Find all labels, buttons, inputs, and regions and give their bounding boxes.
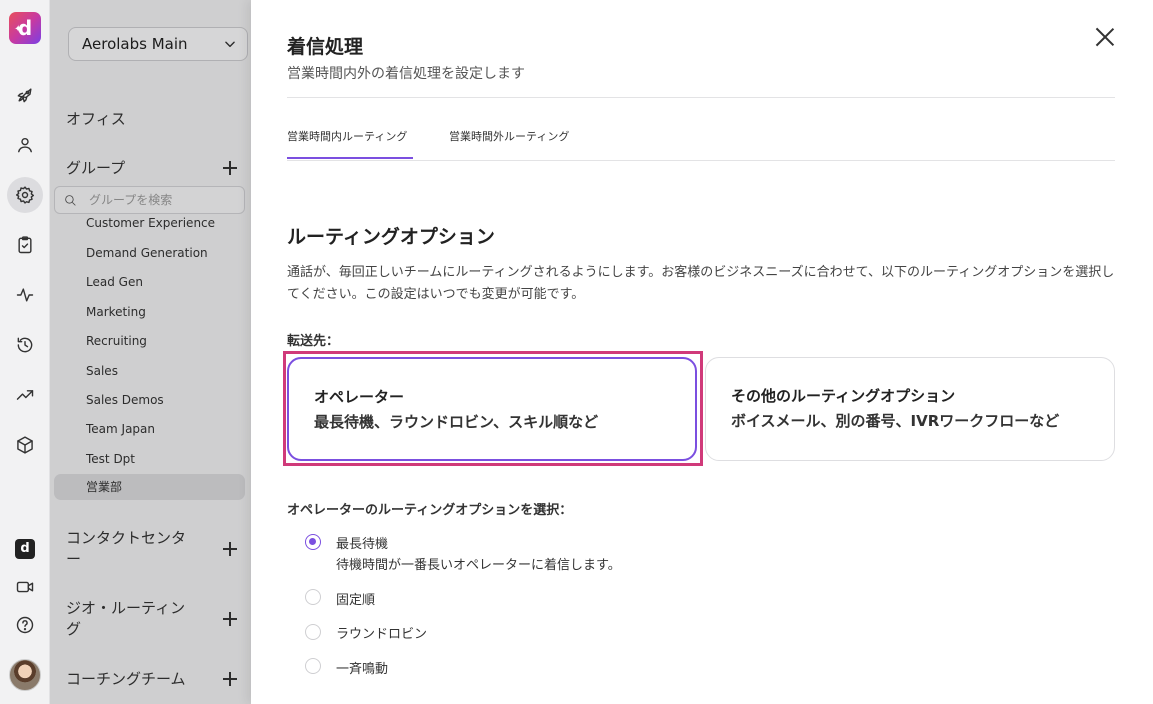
chevron-down-icon (225, 41, 235, 48)
avatar[interactable] (9, 659, 41, 691)
group-search-input[interactable] (89, 190, 239, 210)
option-longest-idle-desc: 待機時間が一番長いオペレーターに着信します。 (336, 558, 621, 573)
add-contact-center-icon[interactable] (222, 541, 238, 557)
app-logo-icon[interactable]: ✦ d (9, 12, 41, 44)
radio-round-robin[interactable] (305, 624, 321, 640)
office-link[interactable]: オフィス (66, 108, 126, 129)
contact-center-header: コンタクトセンター (66, 529, 187, 568)
option-longest-idle-label[interactable]: 最長待機 (336, 533, 388, 552)
close-icon[interactable] (1094, 26, 1116, 48)
groups-header: グループ (66, 159, 126, 177)
option-fixed-order-label[interactable]: 固定順 (336, 589, 375, 608)
radio-simultaneous[interactable] (305, 658, 321, 674)
video-icon[interactable] (7, 569, 43, 605)
drawer-title: 着信処理 (287, 36, 364, 58)
activity-icon[interactable] (7, 277, 43, 313)
other-routing-card[interactable]: その他のルーティングオプション ボイスメール、別の番号、IVRワークフローなど (705, 357, 1115, 461)
operator-options-label: オペレーターのルーティングオプションを選択： (287, 503, 573, 518)
geo-routing-header: ジオ・ルーティング (66, 599, 186, 638)
cube-icon[interactable] (7, 427, 43, 463)
history-icon[interactable] (7, 327, 43, 363)
group-list: Customer Experience Demand Generation Le… (54, 214, 245, 502)
group-item-sales-demos[interactable]: Sales Demos (54, 387, 245, 413)
group-item-team-japan[interactable]: Team Japan (54, 416, 245, 442)
person-icon[interactable] (7, 127, 43, 163)
operator-card-title: オペレーター (314, 388, 405, 406)
group-item-demand-generation[interactable]: Demand Generation (54, 240, 245, 266)
other-routing-card-title: その他のルーティングオプション (731, 387, 956, 405)
section-description: 通話が、毎回正しいチームにルーティングされるようにします。お客様のビジネスニーズ… (287, 265, 1115, 302)
settings-icon[interactable] (7, 177, 43, 213)
operator-card-desc: 最長待機、ラウンドロビン、スキル順など (314, 413, 599, 431)
org-select[interactable]: Aerolabs Main (68, 27, 248, 61)
tabs-divider (287, 160, 1115, 161)
add-coaching-team-icon[interactable] (222, 671, 238, 687)
icon-rail: ✦ d d (0, 0, 50, 704)
drawer-subtitle: 営業時間内外の着信処理を設定します (287, 66, 525, 82)
group-item-sales[interactable]: Sales (54, 358, 245, 384)
group-item-customer-experience[interactable]: Customer Experience (54, 214, 245, 236)
option-round-robin-label[interactable]: ラウンドロビン (336, 623, 427, 642)
call-handling-drawer: 着信処理 営業時間内外の着信処理を設定します 営業時間内ルーティング 営業時間外… (251, 0, 1153, 704)
other-routing-card-desc: ボイスメール、別の番号、IVRワークフローなど (731, 412, 1060, 430)
rocket-icon[interactable] (7, 77, 43, 113)
section-title: ルーティングオプション (287, 226, 495, 248)
coaching-team-header: コーチングチーム (66, 670, 186, 688)
group-item-recruiting[interactable]: Recruiting (54, 328, 245, 354)
active-tab-indicator (287, 157, 413, 159)
radio-fixed-order[interactable] (305, 589, 321, 605)
trending-icon[interactable] (7, 377, 43, 413)
transfer-label: 転送先： (287, 334, 340, 349)
sidebar: Aerolabs Main オフィス グループ Customer Experie… (50, 0, 251, 704)
group-item-eigyobu[interactable]: 営業部 (54, 474, 245, 500)
help-icon[interactable] (7, 607, 43, 643)
group-item-marketing[interactable]: Marketing (54, 299, 245, 325)
header-divider (287, 97, 1115, 98)
tab-business-hours[interactable]: 営業時間内ルーティング (287, 128, 407, 144)
group-item-test-dpt[interactable]: Test Dpt (54, 446, 245, 472)
radio-longest-idle[interactable] (305, 534, 321, 550)
option-simultaneous-label[interactable]: 一斉鳴動 (336, 658, 388, 677)
group-item-lead-gen[interactable]: Lead Gen (54, 269, 245, 295)
org-name: Aerolabs Main (82, 35, 188, 53)
tab-after-hours[interactable]: 営業時間外ルーティング (449, 128, 569, 144)
group-search[interactable] (54, 186, 245, 214)
search-icon (65, 195, 76, 206)
operator-card[interactable]: オペレーター 最長待機、ラウンドロビン、スキル順など (287, 357, 697, 461)
dialpad-app-icon[interactable]: d (15, 539, 35, 559)
add-group-icon[interactable] (222, 160, 238, 176)
add-geo-routing-icon[interactable] (222, 611, 238, 627)
clipboard-check-icon[interactable] (7, 227, 43, 263)
